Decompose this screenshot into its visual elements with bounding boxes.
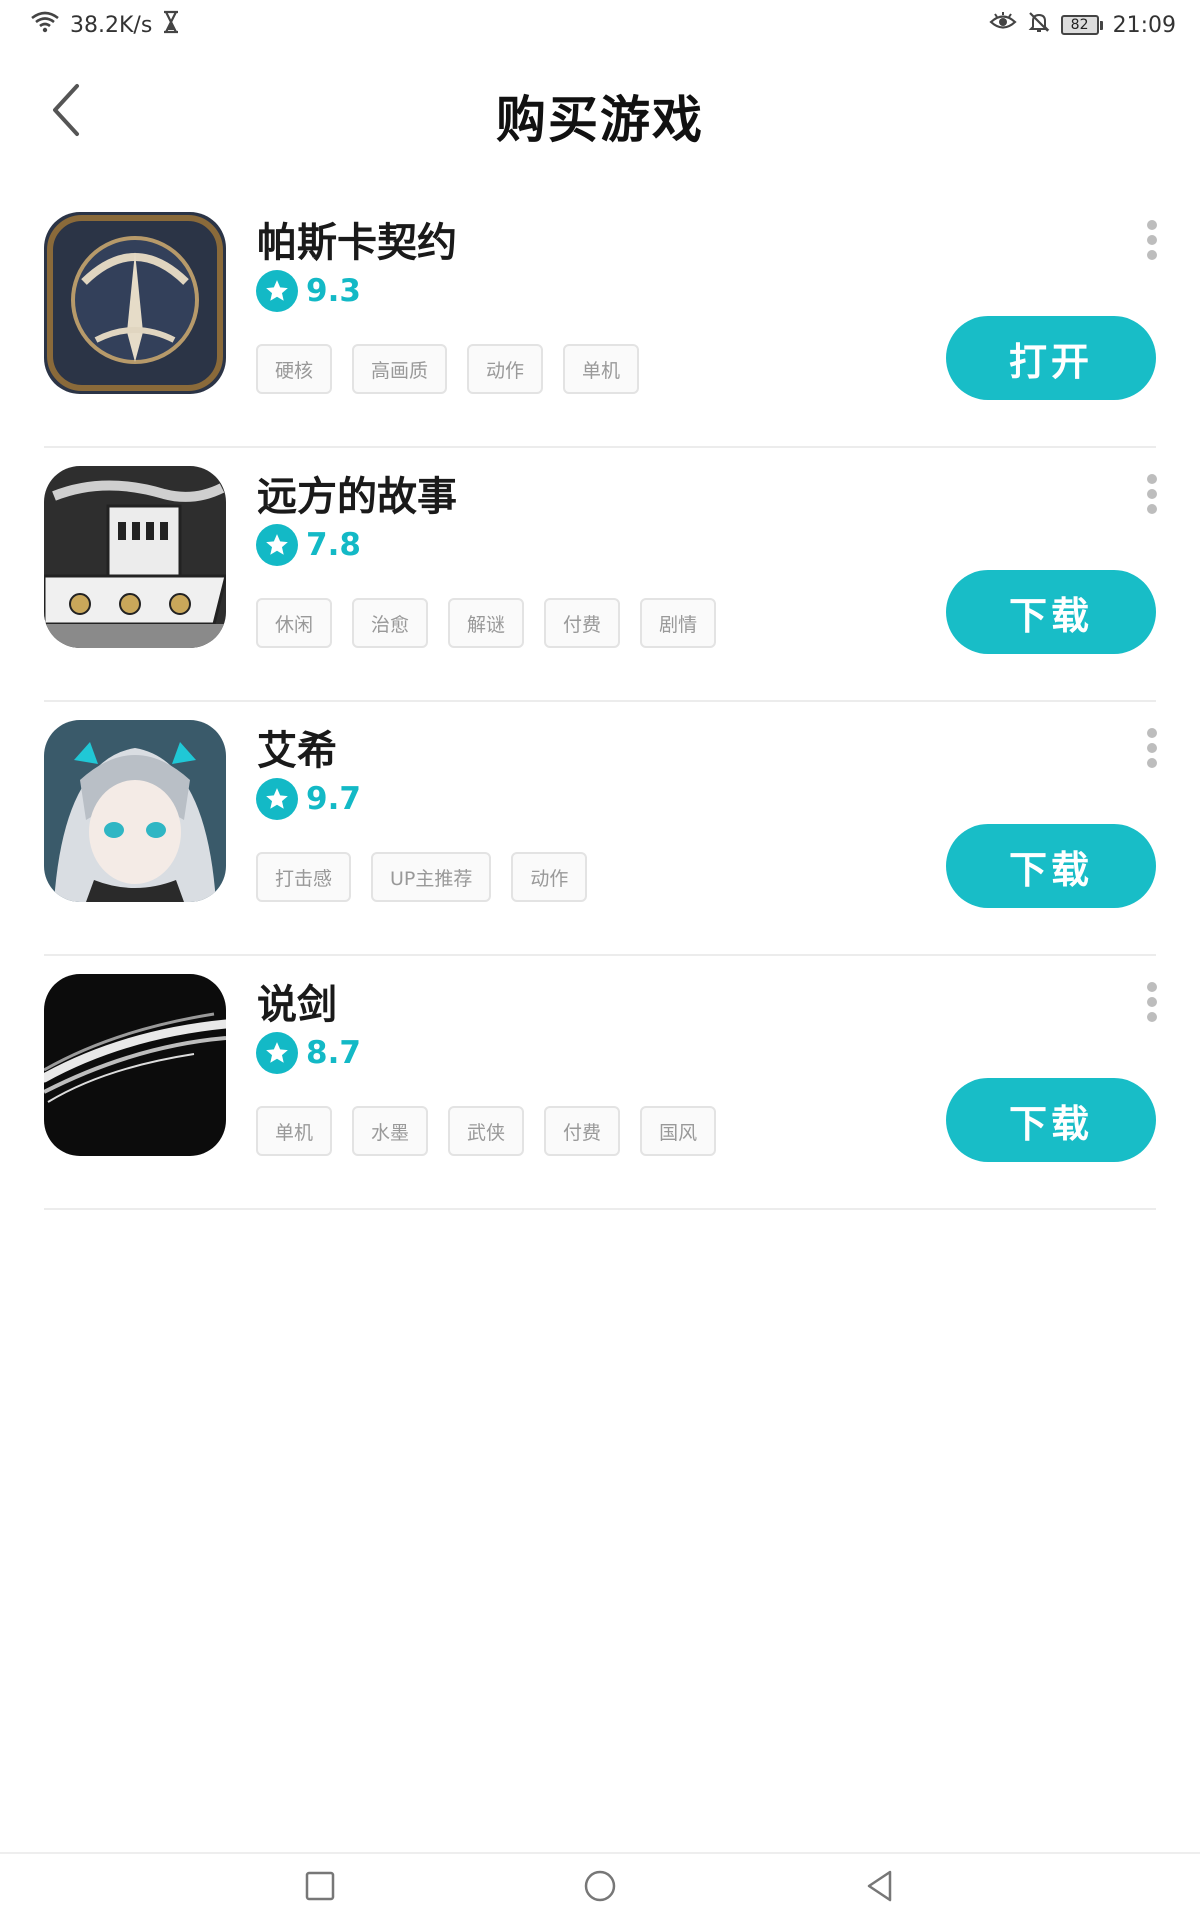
rating-value: 8.7 xyxy=(306,1035,361,1071)
star-icon xyxy=(256,1032,298,1074)
network-speed: 38.2K/s xyxy=(70,12,153,38)
game-icon-far-story[interactable] xyxy=(44,466,226,648)
more-options-icon[interactable] xyxy=(1140,220,1164,260)
tag[interactable]: 硬核 xyxy=(256,344,333,394)
game-icon-shuojian[interactable] xyxy=(44,974,226,1156)
status-bar: 38.2K/s 82 21:09 xyxy=(0,0,1200,50)
tag[interactable]: 付费 xyxy=(544,598,621,648)
tag[interactable]: 水墨 xyxy=(352,1106,429,1156)
divider xyxy=(44,1208,1156,1210)
tag-list: 单机 水墨 武侠 付费 国风 xyxy=(256,1106,717,1156)
game-icon-icey[interactable] xyxy=(44,720,226,902)
tag[interactable]: 国风 xyxy=(640,1106,717,1156)
download-button[interactable]: 下载 xyxy=(946,570,1156,654)
header: 购买游戏 xyxy=(0,62,1200,162)
open-button[interactable]: 打开 xyxy=(946,316,1156,400)
rating-value: 9.7 xyxy=(306,781,361,817)
square-icon xyxy=(304,1870,336,1906)
status-left: 38.2K/s xyxy=(30,10,180,40)
star-icon xyxy=(256,524,298,566)
more-options-icon[interactable] xyxy=(1140,982,1164,1022)
download-button[interactable]: 下载 xyxy=(946,824,1156,908)
bell-off-icon xyxy=(1027,10,1051,40)
game-icon-pascal[interactable] xyxy=(44,212,226,394)
tag-list: 休闲 治愈 解谜 付费 剧情 xyxy=(256,598,717,648)
home-button[interactable] xyxy=(580,1868,620,1908)
game-name: 说剑 xyxy=(257,982,337,1028)
list-item[interactable]: 帕斯卡契约 9.3 硬核 高画质 动作 单机 打开 xyxy=(0,194,1200,448)
tag[interactable]: 武侠 xyxy=(448,1106,525,1156)
tag[interactable]: 单机 xyxy=(563,344,640,394)
list-item[interactable]: 远方的故事 7.8 休闲 治愈 解谜 付费 剧情 下载 xyxy=(0,448,1200,702)
system-nav-bar xyxy=(0,1852,1200,1920)
wifi-icon xyxy=(30,10,60,40)
game-name: 艾希 xyxy=(257,728,337,774)
status-right: 82 21:09 xyxy=(988,10,1176,40)
circle-icon xyxy=(583,1869,617,1907)
tag[interactable]: 高画质 xyxy=(352,344,448,394)
page-title: 购买游戏 xyxy=(496,91,704,149)
game-list: 帕斯卡契约 9.3 硬核 高画质 动作 单机 打开 远方的故事 7.8 休闲 治… xyxy=(0,194,1200,1210)
tag-list: 打击感 UP主推荐 动作 xyxy=(256,852,588,902)
tag[interactable]: 动作 xyxy=(467,344,544,394)
battery-level: 82 xyxy=(1060,15,1099,35)
hourglass-icon xyxy=(162,10,180,40)
tag[interactable]: 剧情 xyxy=(640,598,717,648)
clock-time: 21:09 xyxy=(1112,12,1176,38)
more-options-icon[interactable] xyxy=(1140,728,1164,768)
game-name: 帕斯卡契约 xyxy=(257,220,457,266)
tag-list: 硬核 高画质 动作 单机 xyxy=(256,344,640,394)
tag[interactable]: UP主推荐 xyxy=(371,852,492,902)
recent-apps-button[interactable] xyxy=(300,1868,340,1908)
tag[interactable]: 付费 xyxy=(544,1106,621,1156)
tag[interactable]: 动作 xyxy=(511,852,588,902)
star-icon xyxy=(256,778,298,820)
tag[interactable]: 单机 xyxy=(256,1106,333,1156)
game-rating: 9.7 xyxy=(256,778,361,820)
game-name: 远方的故事 xyxy=(257,474,457,520)
eye-icon xyxy=(988,11,1017,39)
battery-icon: 82 xyxy=(1060,15,1103,35)
download-button[interactable]: 下载 xyxy=(946,1078,1156,1162)
triangle-back-icon xyxy=(864,1869,896,1907)
list-item[interactable]: 艾希 9.7 打击感 UP主推荐 动作 下载 xyxy=(0,702,1200,956)
tag[interactable]: 打击感 xyxy=(256,852,352,902)
rating-value: 7.8 xyxy=(306,527,361,563)
game-rating: 7.8 xyxy=(256,524,361,566)
star-icon xyxy=(256,270,298,312)
back-nav-button[interactable] xyxy=(860,1868,900,1908)
tag[interactable]: 解谜 xyxy=(448,598,525,648)
more-options-icon[interactable] xyxy=(1140,474,1164,514)
tag[interactable]: 休闲 xyxy=(256,598,333,648)
tag[interactable]: 治愈 xyxy=(352,598,429,648)
list-item[interactable]: 说剑 8.7 单机 水墨 武侠 付费 国风 下载 xyxy=(0,956,1200,1210)
rating-value: 9.3 xyxy=(306,273,361,309)
game-rating: 8.7 xyxy=(256,1032,361,1074)
game-rating: 9.3 xyxy=(256,270,361,312)
